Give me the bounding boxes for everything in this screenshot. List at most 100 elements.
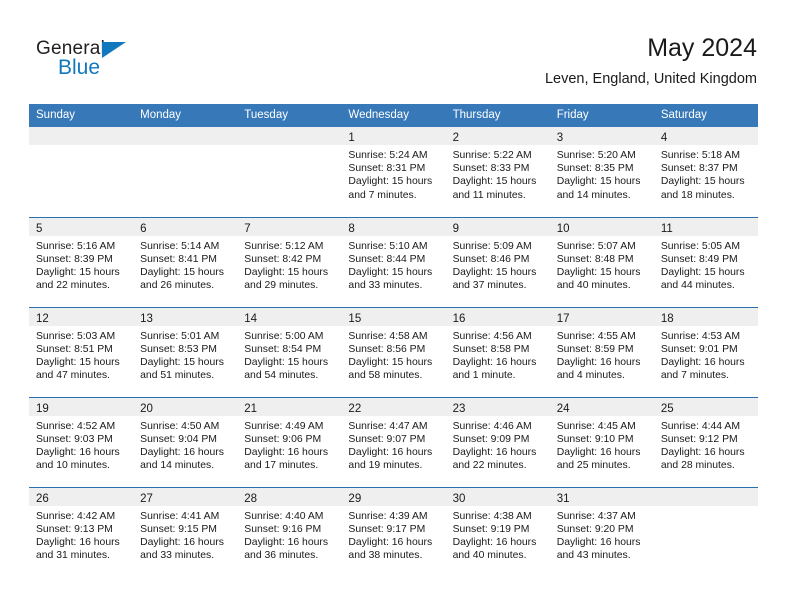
day-number: 11 (660, 222, 673, 235)
daylight-text-line2: and 58 minutes. (348, 370, 423, 382)
day-number-band: 4 (653, 127, 758, 145)
calendar-day-cell[interactable]: 6 Sunrise: 5:14 AM Sunset: 8:41 PM Daylight… (133, 216, 238, 307)
sunset-text: Sunset: 8:58 PM (452, 343, 530, 355)
sunset-text: Sunset: 8:46 PM (452, 253, 530, 265)
calendar-week-row: 12 Sunrise: 5:03 AM Sunset: 8:51 PM Dayligh… (29, 306, 758, 397)
calendar-day-cell[interactable]: 19 Sunrise: 4:52 AM Sunset: 9:03 PM Dayligh… (29, 396, 134, 487)
day-details: Sunrise: 4:56 AM Sunset: 8:58 PM Daylight:… (446, 326, 550, 383)
page-title: May 2024 (647, 34, 757, 62)
sunrise-text: Sunrise: 4:41 AM (140, 510, 220, 522)
daylight-text-line1: Daylight: 16 hours (244, 446, 329, 458)
day-cell-inner: 26 Sunrise: 4:42 AM Sunset: 9:13 PM Dayligh… (29, 487, 134, 578)
day-cell-inner: 24 Sunrise: 4:45 AM Sunset: 9:10 PM Dayligh… (549, 397, 654, 487)
daylight-text-line2: and 4 minutes. (556, 370, 625, 382)
day-number-band: 24 (549, 397, 654, 416)
calendar-day-cell[interactable]: 10 Sunrise: 5:07 AM Sunset: 8:48 PM Dayligh… (549, 216, 654, 307)
calendar-day-cell[interactable]: 7 Sunrise: 5:12 AM Sunset: 8:42 PM Daylight… (237, 216, 342, 307)
calendar-day-cell[interactable]: 28 Sunrise: 4:40 AM Sunset: 9:16 PM Dayligh… (237, 486, 342, 577)
calendar-day-cell[interactable]: 31 Sunrise: 4:37 AM Sunset: 9:20 PM Dayligh… (549, 486, 654, 577)
sunset-text: Sunset: 9:17 PM (348, 523, 426, 535)
daylight-text-line2: and 33 minutes. (140, 550, 215, 562)
day-number-band: 11 (653, 217, 758, 236)
weekday-header-sunday: Sunday (29, 104, 134, 127)
day-number: 25 (660, 402, 674, 415)
sunrise-text: Sunrise: 4:55 AM (556, 330, 636, 342)
daylight-text-line1: Daylight: 15 hours (452, 176, 537, 188)
calendar-day-cell[interactable]: 23 Sunrise: 4:46 AM Sunset: 9:09 PM Dayligh… (445, 396, 550, 487)
calendar-day-cell[interactable]: 11 Sunrise: 5:05 AM Sunset: 8:49 PM Dayligh… (653, 216, 758, 307)
day-cell-inner: 7 Sunrise: 5:12 AM Sunset: 8:42 PM Daylight… (237, 217, 342, 307)
daylight-text-line1: Daylight: 15 hours (556, 266, 641, 278)
day-cell-inner: 9 Sunrise: 5:09 AM Sunset: 8:46 PM Daylight… (445, 217, 550, 307)
day-number-band: 5 (29, 217, 134, 236)
calendar-day-cell[interactable]: 8 Sunrise: 5:10 AM Sunset: 8:44 PM Daylight… (341, 216, 446, 307)
day-cell-inner: 13 Sunrise: 5:01 AM Sunset: 8:53 PM Dayligh… (133, 307, 238, 397)
daylight-text-line1: Daylight: 16 hours (556, 536, 641, 548)
day-number-band: 8 (341, 217, 446, 236)
day-cell-inner: 16 Sunrise: 4:56 AM Sunset: 8:58 PM Dayligh… (445, 307, 550, 397)
daylight-text-line2: and 31 minutes. (36, 550, 110, 562)
day-number: 21 (244, 402, 258, 415)
brand-logo[interactable]: General Blue (36, 38, 236, 86)
calendar-day-cell[interactable]: 2 Sunrise: 5:22 AM Sunset: 8:33 PM Daylight… (445, 127, 550, 217)
sunrise-text: Sunrise: 5:01 AM (140, 330, 220, 342)
calendar-day-cell[interactable]: 29 Sunrise: 4:39 AM Sunset: 9:17 PM Dayligh… (341, 486, 446, 577)
calendar-day-cell[interactable]: 13 Sunrise: 5:01 AM Sunset: 8:53 PM Dayligh… (133, 306, 238, 397)
daylight-text-line1: Daylight: 15 hours (348, 356, 433, 368)
sunset-text: Sunset: 8:59 PM (556, 343, 634, 355)
calendar-day-cell[interactable]: 14 Sunrise: 5:00 AM Sunset: 8:54 PM Dayligh… (237, 306, 342, 397)
brand-name-blue: Blue (58, 56, 101, 79)
daylight-text-line2: and 14 minutes. (556, 189, 631, 201)
calendar-day-cell[interactable]: 20 Sunrise: 4:50 AM Sunset: 9:04 PM Dayligh… (133, 396, 238, 487)
day-cell-inner (237, 127, 342, 217)
daylight-text-line1: Daylight: 15 hours (556, 176, 641, 188)
daylight-text-line2: and 22 minutes. (452, 460, 527, 472)
day-cell-inner: 8 Sunrise: 5:10 AM Sunset: 8:44 PM Daylight… (341, 217, 446, 307)
calendar-day-cell[interactable]: 27 Sunrise: 4:41 AM Sunset: 9:15 PM Dayligh… (133, 486, 238, 577)
day-number: 20 (140, 402, 153, 415)
calendar-day-cell[interactable]: 24 Sunrise: 4:45 AM Sunset: 9:10 PM Dayligh… (549, 396, 654, 487)
sunset-text: Sunset: 8:56 PM (348, 343, 426, 355)
calendar-day-cell[interactable]: 15 Sunrise: 4:58 AM Sunset: 8:56 PM Dayligh… (341, 306, 446, 397)
sunset-text: Sunset: 8:44 PM (348, 253, 426, 265)
calendar-day-cell[interactable]: 25 Sunrise: 4:44 AM Sunset: 9:12 PM Dayligh… (653, 396, 758, 487)
sunset-text: Sunset: 9:16 PM (244, 523, 322, 535)
sunrise-text: Sunrise: 4:39 AM (348, 510, 428, 522)
calendar-day-cell[interactable]: 12 Sunrise: 5:03 AM Sunset: 8:51 PM Dayligh… (29, 306, 134, 397)
calendar-day-cell[interactable]: 16 Sunrise: 4:56 AM Sunset: 8:58 PM Dayligh… (445, 306, 550, 397)
calendar-day-cell[interactable]: 30 Sunrise: 4:38 AM Sunset: 9:19 PM Dayligh… (445, 486, 550, 577)
day-cell-inner: 19 Sunrise: 4:52 AM Sunset: 9:03 PM Dayligh… (29, 397, 134, 487)
calendar-week-row: 26 Sunrise: 4:42 AM Sunset: 9:13 PM Dayligh… (29, 486, 758, 578)
sunrise-text: Sunrise: 4:42 AM (36, 510, 116, 522)
day-cell-inner: 2 Sunrise: 5:22 AM Sunset: 8:33 PM Daylight… (445, 127, 550, 217)
calendar-day-cell[interactable]: 1 Sunrise: 5:24 AM Sunset: 8:31 PM Daylight… (341, 127, 446, 217)
calendar-day-cell[interactable]: 5 Sunrise: 5:16 AM Sunset: 8:39 PM Daylight… (29, 216, 134, 307)
calendar-day-cell[interactable]: 26 Sunrise: 4:42 AM Sunset: 9:13 PM Dayligh… (29, 486, 134, 578)
calendar-week-row: 19 Sunrise: 4:52 AM Sunset: 9:03 PM Dayligh… (29, 396, 758, 487)
day-cell-inner: 4 Sunrise: 5:18 AM Sunset: 8:37 PM Daylight… (653, 127, 758, 217)
calendar-day-cell[interactable]: 4 Sunrise: 5:18 AM Sunset: 8:37 PM Daylight… (653, 127, 758, 217)
calendar-week-row: 1 Sunrise: 5:24 AM Sunset: 8:31 PM Daylight… (29, 127, 758, 217)
day-details: Sunrise: 5:20 AM Sunset: 8:35 PM Daylight:… (550, 145, 654, 202)
day-cell-inner: 23 Sunrise: 4:46 AM Sunset: 9:09 PM Dayligh… (445, 397, 550, 487)
day-number-band: 15 (341, 307, 446, 326)
daylight-text-line2: and 29 minutes. (244, 280, 319, 292)
sunrise-text: Sunrise: 5:22 AM (452, 150, 532, 161)
sunrise-text: Sunrise: 5:24 AM (348, 150, 428, 161)
day-details: Sunrise: 5:05 AM Sunset: 8:49 PM Daylight:… (654, 236, 758, 293)
calendar-day-cell[interactable]: 22 Sunrise: 4:47 AM Sunset: 9:07 PM Dayligh… (341, 396, 446, 487)
calendar-day-cell[interactable]: 18 Sunrise: 4:53 AM Sunset: 9:01 PM Dayligh… (653, 306, 758, 397)
day-number-band (653, 487, 758, 506)
daylight-text-line2: and 33 minutes. (348, 280, 423, 292)
day-number: 10 (556, 222, 570, 235)
calendar-day-cell[interactable]: 17 Sunrise: 4:55 AM Sunset: 8:59 PM Dayligh… (549, 306, 654, 397)
sunrise-text: Sunrise: 4:37 AM (556, 510, 636, 522)
daylight-text-line2: and 19 minutes. (348, 460, 423, 472)
page-header: General Blue May 2024 Leven, England, Un… (0, 0, 792, 100)
calendar-day-cell[interactable]: 3 Sunrise: 5:20 AM Sunset: 8:35 PM Daylight… (549, 127, 654, 217)
day-details: Sunrise: 5:22 AM Sunset: 8:33 PM Daylight:… (446, 145, 550, 202)
calendar-day-cell[interactable]: 21 Sunrise: 4:49 AM Sunset: 9:06 PM Dayligh… (237, 396, 342, 487)
calendar-day-cell[interactable]: 9 Sunrise: 5:09 AM Sunset: 8:46 PM Daylight… (445, 216, 550, 307)
day-details: Sunrise: 5:24 AM Sunset: 8:31 PM Daylight:… (341, 145, 445, 202)
daylight-text-line2: and 11 minutes. (452, 189, 526, 201)
